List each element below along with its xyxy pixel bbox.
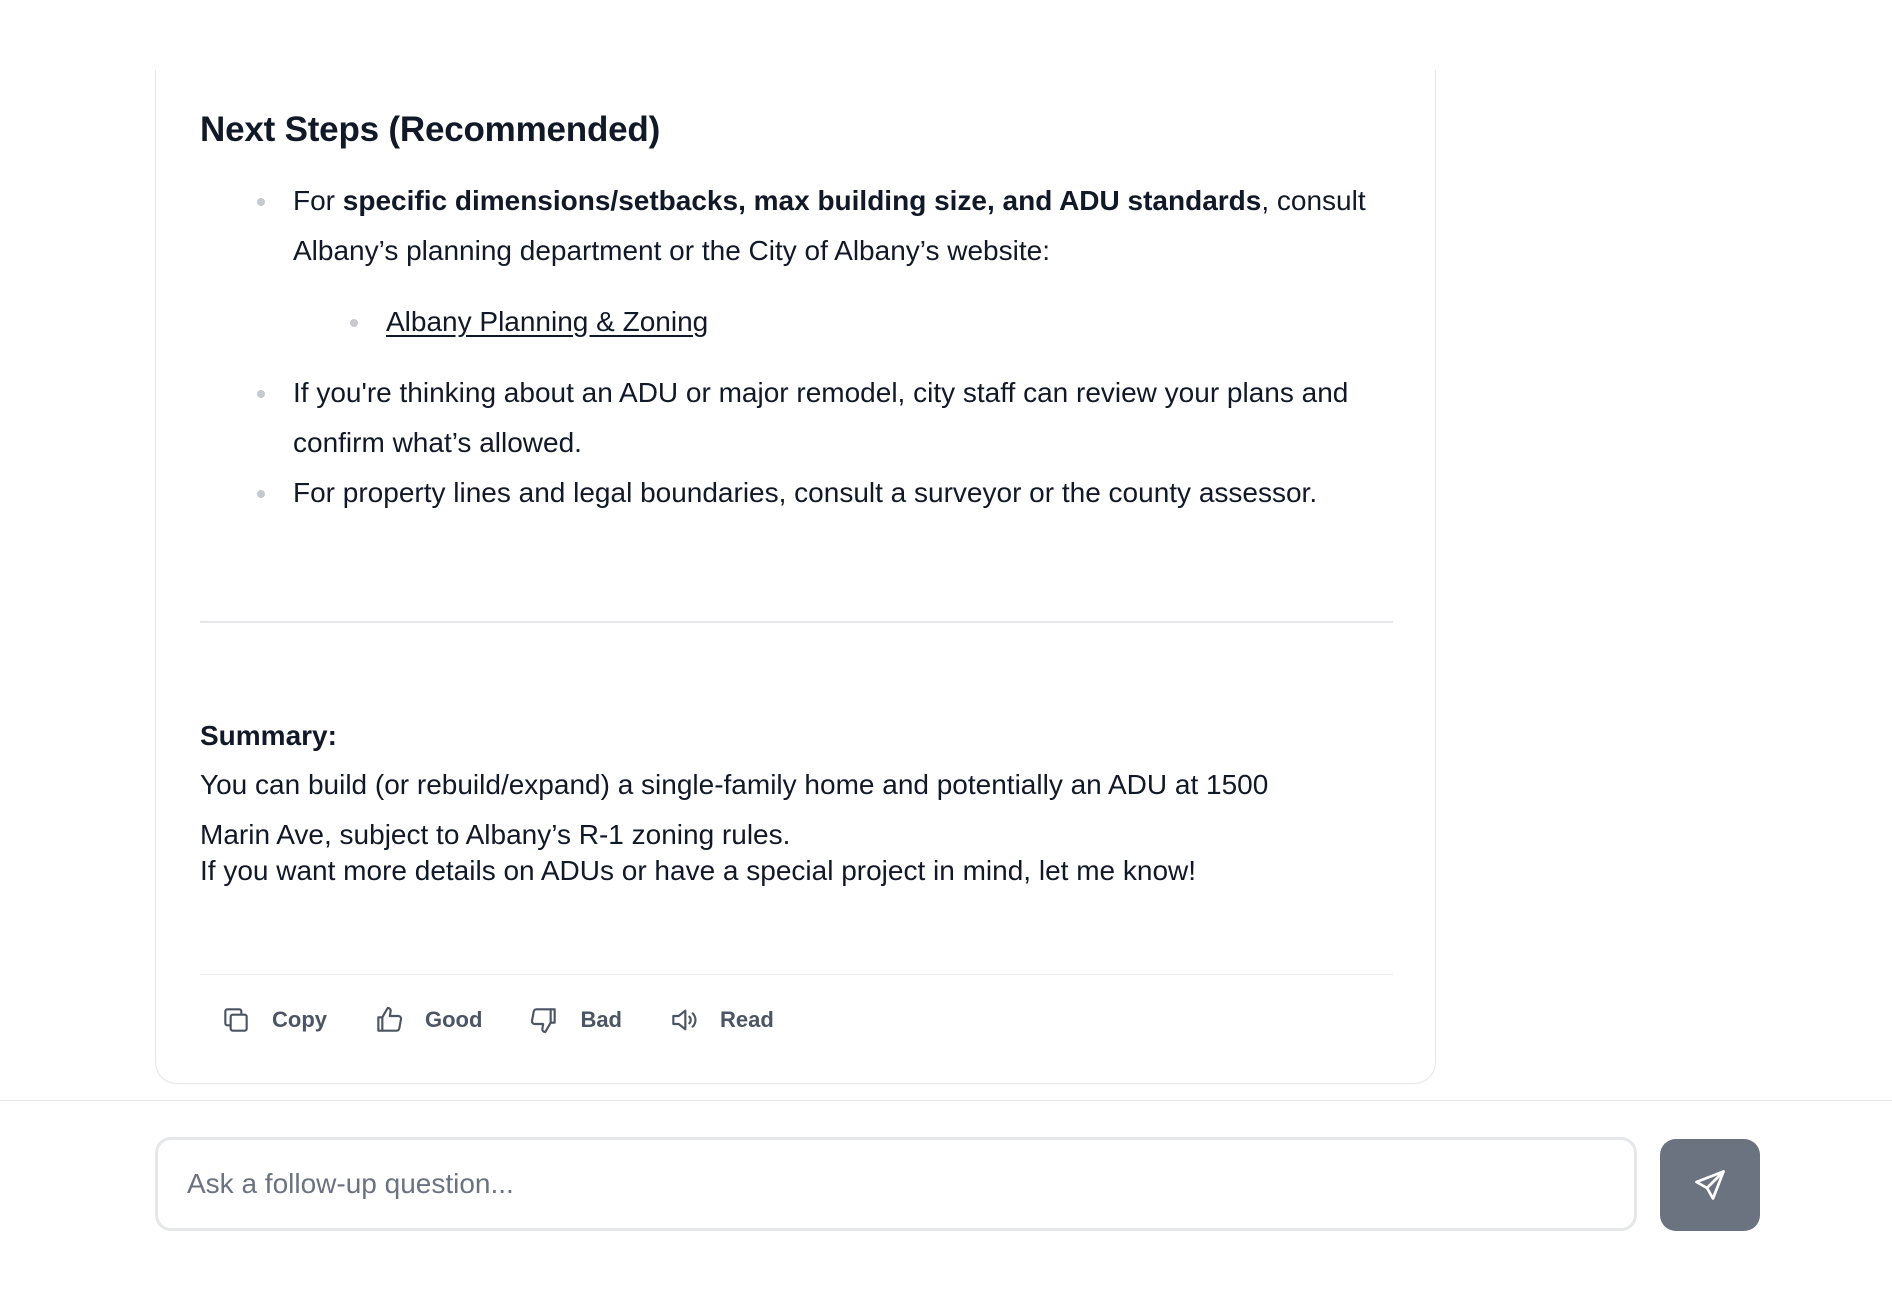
thumbs-up-icon xyxy=(377,1006,403,1032)
thumbs-down-icon xyxy=(531,1008,557,1034)
bad-button[interactable]: Bad xyxy=(528,1004,622,1036)
copy-label: Copy xyxy=(272,1007,327,1032)
section-divider xyxy=(200,621,1393,623)
step-text-pre: For xyxy=(293,185,343,216)
summary-text: You can build (or rebuild/expand) a sing… xyxy=(200,769,1269,850)
step-text-bold: specific dimensions/setbacks, max buildi… xyxy=(342,185,1262,216)
response-actions: Copy Good Bad Read xyxy=(220,1004,820,1036)
read-aloud-button[interactable]: Read xyxy=(668,1004,774,1036)
bullet xyxy=(257,490,265,498)
section-heading: Next Steps (Recommended) xyxy=(200,110,661,149)
list-item: Albany Planning & Zoning xyxy=(200,297,1393,347)
composer-divider xyxy=(0,1100,1892,1101)
send-icon xyxy=(1695,1170,1725,1200)
actions-divider xyxy=(200,974,1393,975)
albany-planning-link[interactable]: Albany Planning & Zoning xyxy=(386,306,708,337)
send-button[interactable] xyxy=(1660,1139,1760,1231)
follow-up-input[interactable] xyxy=(158,1140,1634,1228)
list-item: For property lines and legal boundaries,… xyxy=(200,468,1393,518)
bullet xyxy=(257,390,265,398)
good-label: Good xyxy=(425,1007,483,1032)
speaker-icon xyxy=(672,1009,697,1031)
copy-button[interactable]: Copy xyxy=(220,1004,327,1036)
next-steps-list: For specific dimensions/setbacks, max bu… xyxy=(200,176,1393,518)
summary-title: Summary: xyxy=(200,720,337,751)
closing-text: If you want more details on ADUs or have… xyxy=(200,855,1197,886)
copy-icon xyxy=(224,1008,248,1032)
follow-up-input-container xyxy=(155,1137,1637,1231)
list-item: For specific dimensions/setbacks, max bu… xyxy=(200,176,1393,276)
step-text: For property lines and legal boundaries,… xyxy=(293,477,1318,508)
step-text: If you're thinking about an ADU or major… xyxy=(293,377,1349,458)
good-button[interactable]: Good xyxy=(373,1004,482,1036)
bullet xyxy=(350,319,358,327)
bullet xyxy=(257,198,265,206)
list-item: If you're thinking about an ADU or major… xyxy=(200,368,1393,468)
read-label: Read xyxy=(720,1007,774,1032)
assistant-response-card: Next Steps (Recommended) For specific di… xyxy=(155,70,1436,1084)
bad-label: Bad xyxy=(580,1007,622,1032)
